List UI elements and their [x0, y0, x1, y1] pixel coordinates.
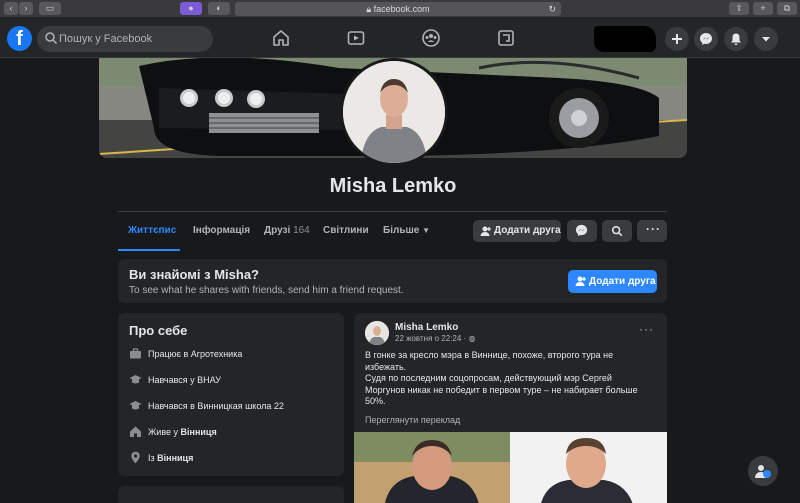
post-date[interactable]: 22 жовтня о 22:24 ·: [395, 334, 468, 343]
about-item-prefix: Працює в: [148, 349, 191, 359]
caret-down-icon: ▼: [422, 226, 431, 235]
search-icon: [611, 225, 623, 237]
post-author-photo: [365, 321, 389, 345]
add-friend-button[interactable]: Додати друга: [473, 220, 561, 242]
extension-icon[interactable]: ●: [180, 2, 202, 15]
create-button[interactable]: [665, 27, 689, 51]
gaming-nav-icon[interactable]: [496, 28, 516, 48]
profile-picture-ring[interactable]: [340, 58, 448, 166]
profile-person-image: [343, 61, 445, 163]
about-item-value[interactable]: Агротехника: [191, 349, 243, 359]
chevron-down-icon: [762, 37, 770, 42]
tab-about[interactable]: Інформація: [193, 225, 250, 236]
messenger-button[interactable]: [694, 27, 718, 51]
friend-request-card: Ви знайомі з Misha? To see what he share…: [118, 259, 667, 303]
about-item-value[interactable]: ВНАУ: [197, 375, 221, 385]
plus-icon: [672, 34, 682, 44]
post-text: В гонке за кресло мэра в Виннице, похоже…: [365, 350, 650, 408]
education-icon: [129, 401, 142, 410]
account-menu-button[interactable]: [754, 27, 778, 51]
audience-globe-icon: ◍: [468, 334, 476, 343]
tab-photos[interactable]: Світлини: [323, 225, 369, 236]
post-card: Misha Lemko 22 жовтня о 22:24 · ◍ ··· В …: [354, 313, 667, 503]
add-friend-primary-button[interactable]: Додати друга: [568, 270, 657, 293]
friends-count: 164: [293, 225, 310, 236]
profile-picture: [343, 61, 445, 163]
see-translation-link[interactable]: Переглянути переклад: [365, 415, 460, 425]
work-icon: [130, 348, 141, 359]
facebook-logo[interactable]: f: [7, 26, 32, 51]
add-user-icon: [575, 276, 586, 286]
about-item-prefix: Навчався в: [148, 401, 198, 411]
tab-timeline[interactable]: Життєпис: [128, 225, 176, 236]
redacted-area: [594, 26, 656, 52]
home-icon: [130, 426, 141, 437]
sidebar-toggle-button[interactable]: ▭: [39, 2, 61, 15]
ellipsis-icon: ···: [646, 222, 661, 236]
tabs-divider: [118, 211, 667, 212]
about-item-value[interactable]: Вінниця: [181, 427, 217, 437]
message-button[interactable]: [567, 220, 597, 242]
back-button[interactable]: ‹: [4, 2, 18, 15]
search-box[interactable]: [37, 26, 213, 52]
search-icon: [45, 32, 58, 45]
messenger-icon: [575, 224, 588, 237]
watch-nav-icon[interactable]: [346, 28, 366, 48]
about-card: Про себе Працює в Агротехника Навчався у…: [118, 313, 344, 476]
post-paragraph: Судя по последним соцопросам, действующи…: [365, 373, 638, 406]
groups-nav-icon[interactable]: [421, 28, 441, 48]
notifications-button[interactable]: [724, 27, 748, 51]
know-title: Ви знайомі з Misha?: [129, 267, 259, 282]
browser-toolbar: ‹ › ▭ ● ◐ 🔒︎ facebook.com ↻ ⇪ + ⧉: [0, 0, 800, 18]
post-author-name[interactable]: Misha Lemko: [395, 322, 458, 333]
post-paragraph: В гонке за кресло мэра в Виннице, похоже…: [365, 350, 614, 372]
tab-more[interactable]: Більше ▼: [383, 225, 430, 236]
tabs-overview-button[interactable]: ⧉: [777, 2, 797, 15]
people-icon: [755, 465, 771, 478]
address-bar[interactable]: 🔒︎ facebook.com ↻: [235, 2, 561, 16]
location-icon: [131, 451, 140, 464]
post-photo[interactable]: [354, 432, 667, 503]
about-item-prefix: Навчався у: [148, 375, 198, 385]
home-nav-icon[interactable]: [271, 28, 291, 48]
facebook-top-nav: f: [0, 18, 800, 58]
messenger-icon: [700, 33, 712, 45]
post-options-button[interactable]: ···: [639, 322, 654, 336]
url-text: facebook.com: [373, 4, 430, 14]
add-friend-primary-label: Додати друга: [589, 276, 656, 287]
next-card: [118, 486, 344, 503]
forward-button[interactable]: ›: [19, 2, 33, 15]
tab-friends[interactable]: Друзі 164: [264, 225, 310, 236]
post-meta: 22 жовтня о 22:24 · ◍: [395, 334, 475, 343]
lock-icon: 🔒︎: [366, 4, 374, 14]
contacts-fab-button[interactable]: [748, 456, 778, 486]
search-input[interactable]: [59, 26, 209, 52]
know-subtitle: To see what he shares with friends, send…: [129, 285, 404, 296]
profile-search-button[interactable]: [602, 220, 632, 242]
add-tab-button[interactable]: +: [753, 2, 773, 15]
education-icon: [129, 375, 142, 384]
post-image: [354, 432, 667, 503]
add-user-icon: [480, 226, 491, 236]
tab-friends-label: Друзі: [264, 225, 291, 236]
profile-name: Misha Lemko: [329, 175, 457, 197]
more-options-button[interactable]: ···: [637, 220, 667, 242]
bell-icon: [731, 33, 741, 45]
about-item-value[interactable]: Винницкая школа 22: [197, 401, 284, 411]
post-author-avatar[interactable]: [365, 321, 389, 345]
tab-more-label: Більше: [383, 225, 420, 236]
about-item-value[interactable]: Вінниця: [157, 453, 193, 463]
add-friend-label: Додати друга: [494, 225, 561, 236]
about-item-prefix: Живе у: [148, 427, 181, 437]
reload-icon[interactable]: ↻: [548, 2, 556, 16]
about-title: Про себе: [129, 323, 188, 338]
about-item-prefix: Із: [148, 453, 158, 463]
share-button[interactable]: ⇪: [729, 2, 749, 15]
privacy-shield-icon[interactable]: ◐: [208, 2, 230, 15]
